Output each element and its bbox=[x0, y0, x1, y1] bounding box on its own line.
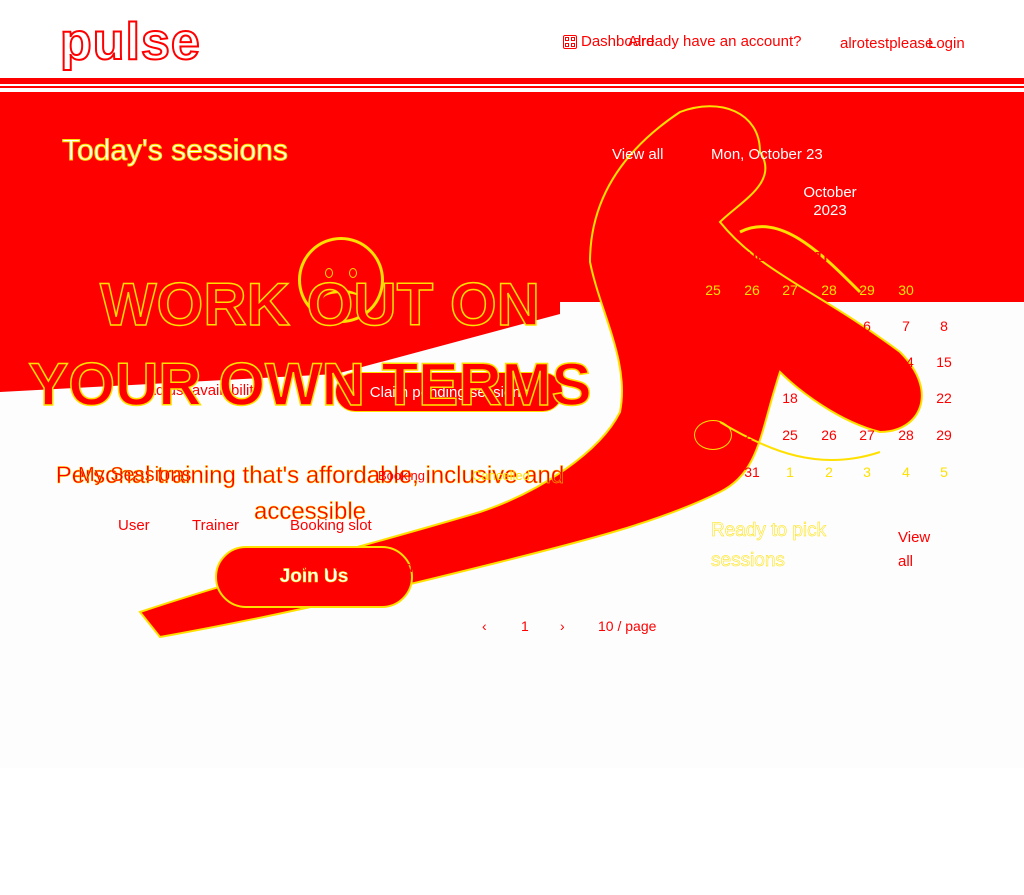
calendar-day[interactable]: 30 bbox=[887, 282, 925, 298]
calendar-day[interactable]: 10 bbox=[733, 354, 771, 370]
ready-to-pick-title: Ready to pick sessions bbox=[711, 520, 827, 572]
calendar-day[interactable]: 3 bbox=[733, 318, 771, 334]
username-link[interactable]: alrotestplease bbox=[840, 35, 933, 53]
header-divider-thin bbox=[0, 86, 1024, 88]
calendar-year: 2023 bbox=[813, 202, 847, 219]
calendar-day[interactable]: 5 bbox=[925, 464, 963, 480]
calendar-weekday: FRI bbox=[856, 249, 878, 264]
calendar-weekday: MON bbox=[697, 249, 729, 264]
calendar-day[interactable]: 30 bbox=[694, 464, 732, 480]
tab-cancelled[interactable]: Cancelled bbox=[472, 468, 530, 483]
calendar-day[interactable]: 8 bbox=[925, 318, 963, 334]
calendar-weekday: SUN bbox=[930, 249, 958, 264]
calendar-day[interactable]: 17 bbox=[733, 390, 771, 406]
calendar-weekday: WED bbox=[774, 249, 806, 264]
calendar-month: October bbox=[803, 184, 857, 201]
column-header-booking-slot: Booking slot bbox=[290, 517, 372, 534]
calendar-day[interactable]: 27 bbox=[771, 282, 809, 298]
calendar-day[interactable]: 28 bbox=[810, 282, 848, 298]
calendar-day[interactable]: 26 bbox=[733, 282, 771, 298]
calendar-day[interactable]: 4 bbox=[887, 464, 925, 480]
login-link[interactable]: Login bbox=[928, 35, 965, 53]
calendar-day[interactable]: 14 bbox=[887, 354, 925, 370]
hero-title-line2: YOUR OWN TERMS bbox=[28, 350, 593, 419]
calendar-day[interactable]: 1 bbox=[925, 282, 963, 298]
calendar-day[interactable]: 16 bbox=[694, 390, 732, 406]
no-records-text: No records found bbox=[298, 559, 414, 576]
header-divider bbox=[0, 78, 1024, 84]
chevron-left-icon[interactable]: ‹ bbox=[482, 618, 487, 634]
ready-view-all-link[interactable]: View all bbox=[898, 526, 948, 574]
calendar-day[interactable]: 6 bbox=[848, 318, 886, 334]
column-header-trainer: Trainer bbox=[192, 517, 239, 534]
grid-icon bbox=[563, 35, 577, 49]
sessions-view-all-link[interactable]: View all bbox=[612, 146, 663, 163]
calendar-day[interactable]: 29 bbox=[848, 282, 886, 298]
calendar-day[interactable]: 25 bbox=[771, 427, 809, 443]
calendar-day[interactable]: 23 bbox=[694, 420, 732, 450]
calendar-day[interactable]: 25 bbox=[694, 282, 732, 298]
calendar-day[interactable]: 2 bbox=[810, 464, 848, 480]
tab-booking[interactable]: Booking bbox=[378, 468, 425, 483]
account-prompt: Already have an account? bbox=[628, 33, 802, 50]
calendar-day[interactable]: 7 bbox=[887, 318, 925, 334]
pager-current-page[interactable]: 1 bbox=[521, 618, 529, 634]
calendar-weekday: THU bbox=[815, 249, 843, 264]
calendar-month-year: October 2023 bbox=[790, 184, 870, 220]
site-header: pulse Dashboard Already have an account?… bbox=[0, 0, 1024, 84]
calendar-day[interactable]: 20 bbox=[848, 390, 886, 406]
calendar-day[interactable]: 24 bbox=[733, 427, 771, 443]
calendar-weekday: SAT bbox=[893, 249, 919, 264]
calendar-weekday: TUE bbox=[739, 249, 765, 264]
calendar-day[interactable]: 27 bbox=[848, 427, 886, 443]
calendar-day[interactable]: 2 bbox=[694, 318, 732, 334]
calendar-day[interactable]: 4 bbox=[771, 318, 809, 334]
calendar-day[interactable]: 22 bbox=[925, 390, 963, 406]
calendar-day[interactable]: 3 bbox=[848, 464, 886, 480]
column-header-user: User bbox=[118, 517, 150, 534]
calendar-day[interactable]: 18 bbox=[771, 390, 809, 406]
calendar-day[interactable]: 12 bbox=[810, 354, 848, 370]
calendar-day[interactable]: 13 bbox=[848, 354, 886, 370]
current-date: Mon, October 23 bbox=[711, 146, 823, 163]
chevron-right-icon[interactable]: › bbox=[560, 618, 565, 634]
calendar-day[interactable]: 29 bbox=[925, 427, 963, 443]
hero-banner: Today's sessions View all Mon, October 2… bbox=[0, 92, 1024, 768]
pager-page-size[interactable]: 10 / page bbox=[598, 618, 656, 634]
my-sessions-title: My Sessions bbox=[78, 464, 192, 486]
calendar-day[interactable]: 15 bbox=[925, 354, 963, 370]
calendar-day[interactable]: 5 bbox=[810, 318, 848, 334]
calendar-day[interactable]: 21 bbox=[887, 390, 925, 406]
pulse-logo[interactable]: pulse bbox=[59, 12, 201, 72]
join-us-button[interactable]: Join Us bbox=[215, 546, 413, 608]
calendar-day[interactable]: 11 bbox=[771, 354, 809, 370]
calendar-day[interactable]: 9 bbox=[694, 354, 732, 370]
calendar-day[interactable]: 19 bbox=[810, 390, 848, 406]
calendar-day[interactable]: 26 bbox=[810, 427, 848, 443]
calendar-day[interactable]: 1 bbox=[771, 464, 809, 480]
calendar-day[interactable]: 31 bbox=[733, 464, 771, 480]
hero-title-line1: WORK OUT ON bbox=[99, 270, 540, 339]
calendar-day[interactable]: 28 bbox=[887, 427, 925, 443]
todays-sessions-title: Today's sessions bbox=[62, 134, 289, 168]
